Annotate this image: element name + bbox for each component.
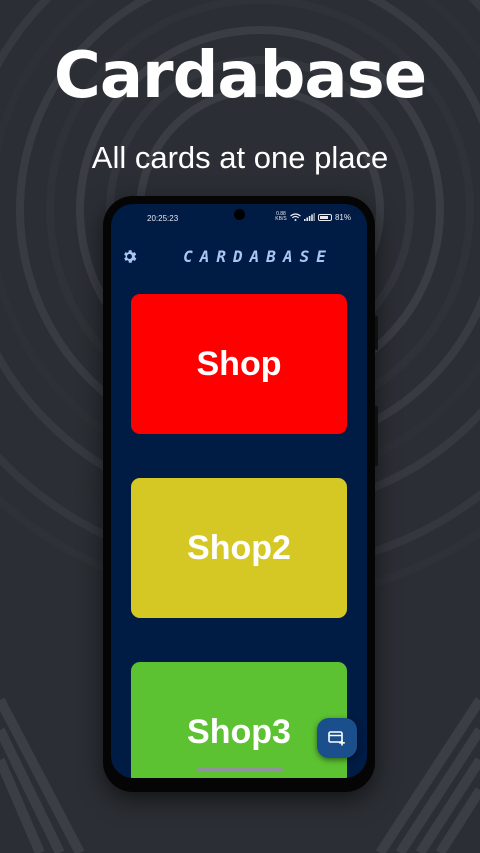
battery-icon (317, 213, 332, 221)
app-bar: CARDABASE (111, 242, 367, 272)
hero-title: Cardabase (53, 39, 427, 113)
signal-icon (303, 213, 315, 221)
phone-side-button (375, 316, 378, 350)
card-shop3[interactable]: Shop3 (131, 662, 347, 778)
status-bar: 20:25:23 0.88 KB/S 81% (111, 204, 367, 230)
phone-screen: 20:25:23 0.88 KB/S 81% CARDABASE Shop Sh… (111, 204, 367, 778)
card-shop[interactable]: Shop (131, 294, 347, 434)
app-title: CARDABASE (183, 247, 333, 266)
card-label: Shop3 (187, 712, 291, 751)
status-time: 20:25:23 (147, 214, 179, 223)
card-label: Shop2 (187, 528, 291, 567)
phone-side-button (375, 406, 378, 466)
card-shop2[interactable]: Shop2 (131, 478, 347, 618)
home-indicator[interactable] (197, 768, 283, 771)
network-speed-unit: KB/S (275, 216, 287, 222)
status-icons: 0.88 KB/S 81% (275, 212, 351, 222)
network-speed: 0.88 KB/S (275, 212, 287, 222)
battery-fill (319, 215, 329, 219)
gear-icon[interactable] (121, 248, 138, 265)
hero-subtitle: All cards at one place (91, 140, 389, 175)
battery-level: 81% (334, 212, 351, 222)
add-card-icon (328, 731, 345, 746)
wifi-icon (290, 213, 301, 221)
phone-frame: 20:25:23 0.88 KB/S 81% CARDABASE Shop Sh… (103, 196, 378, 792)
card-label: Shop (196, 344, 282, 383)
add-card-button[interactable] (317, 718, 357, 758)
